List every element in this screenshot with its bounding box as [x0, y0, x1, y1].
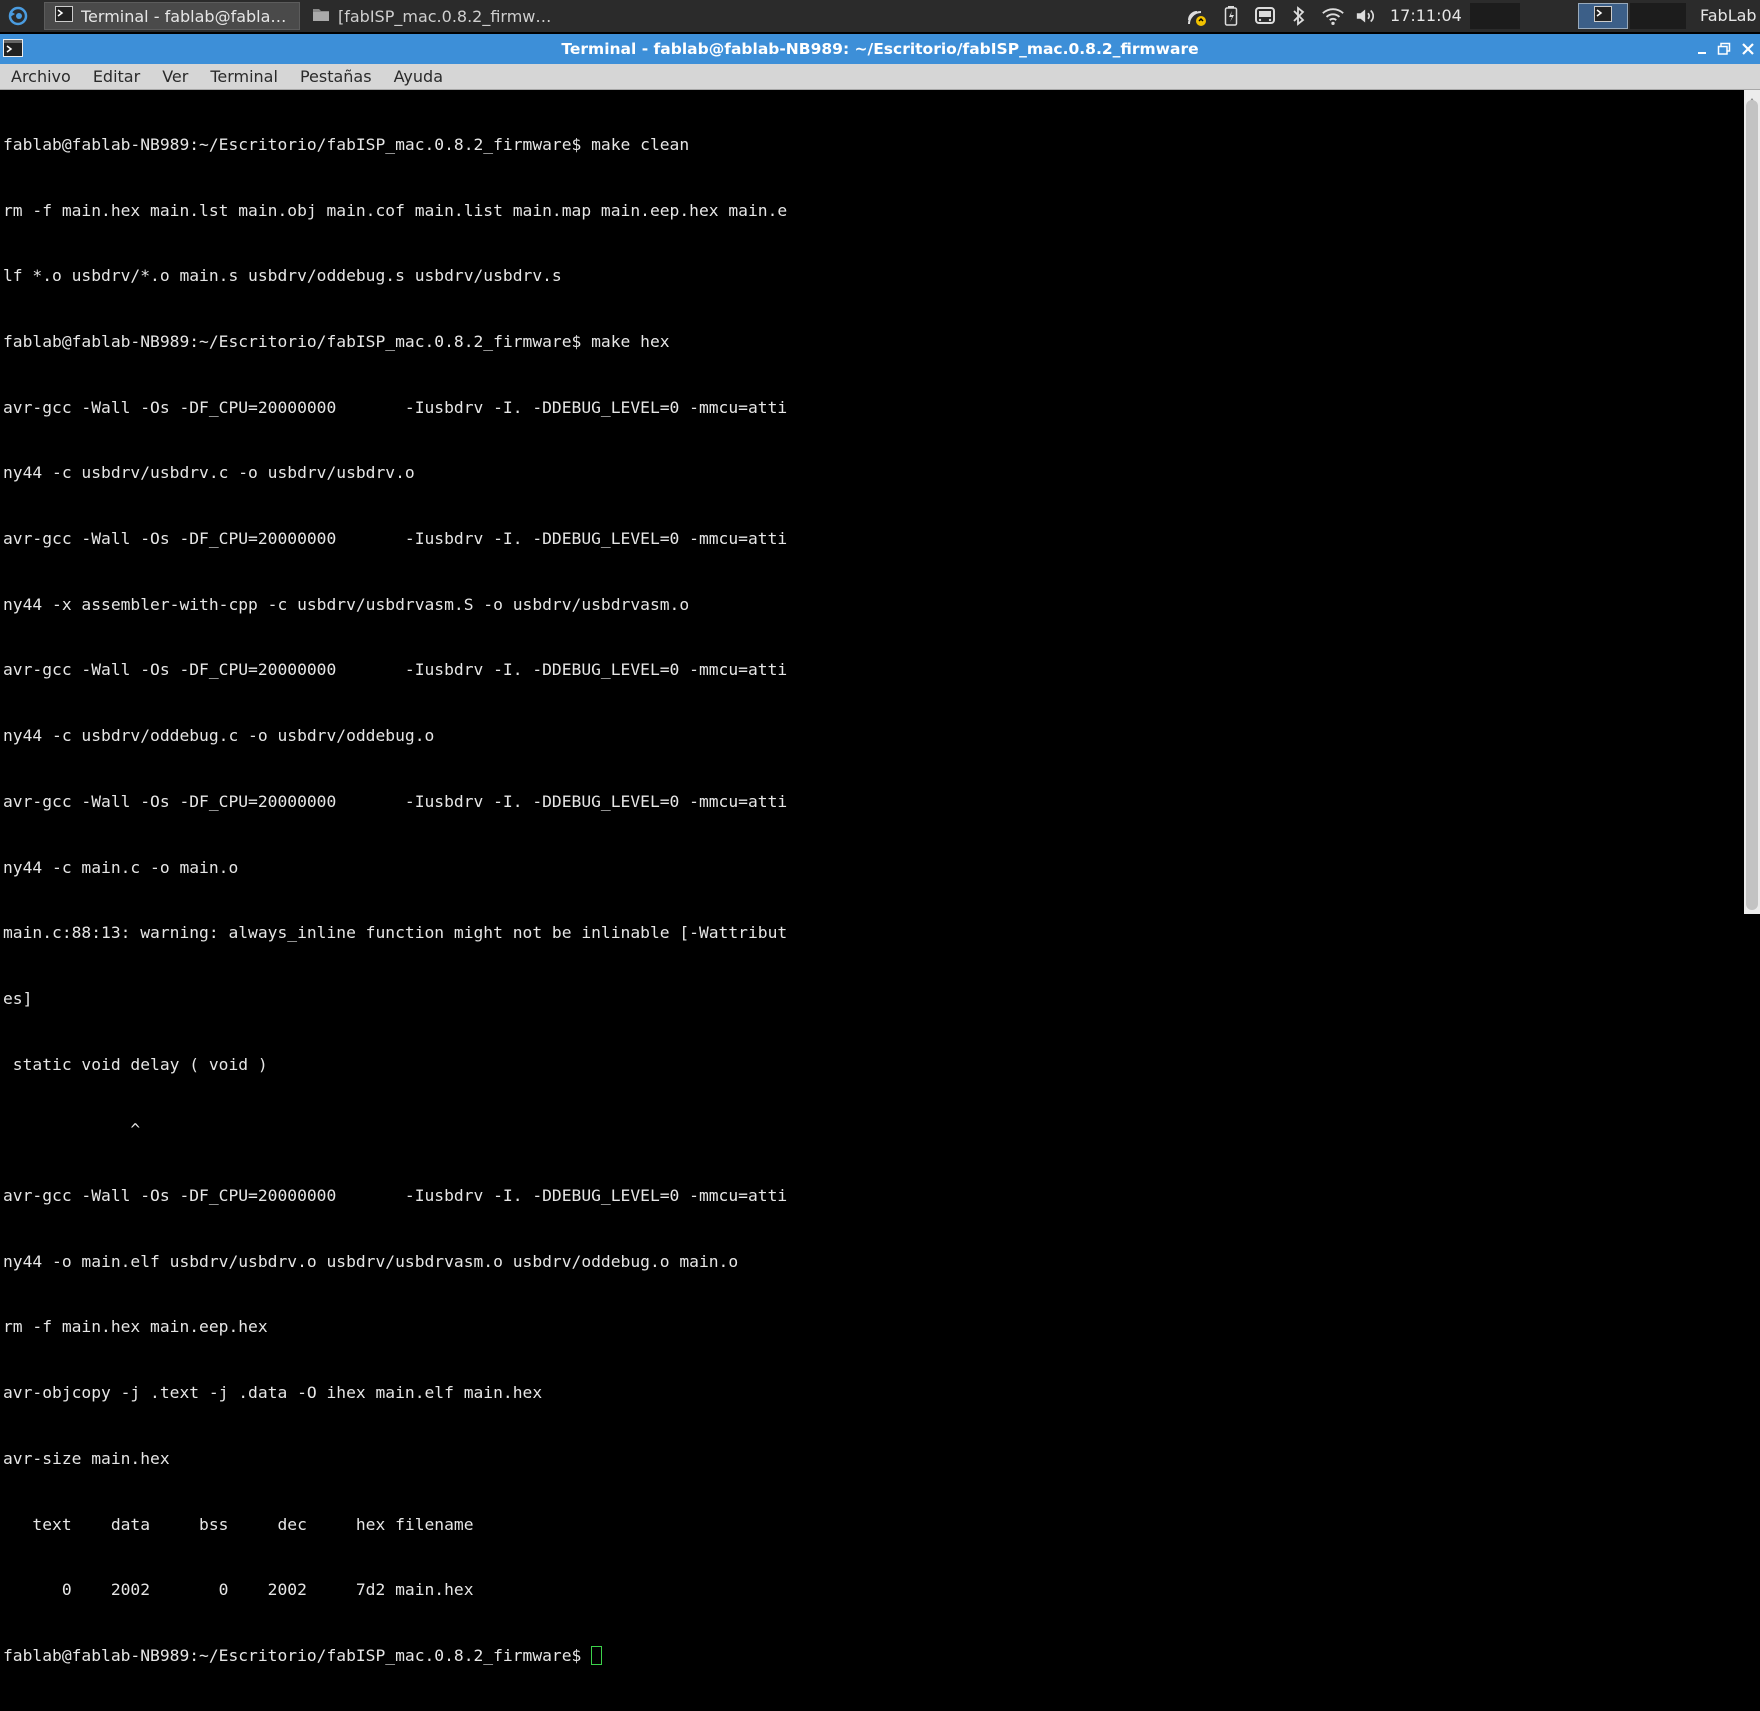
prompt-line: fablab@fablab-NB989:~/Escritorio/fabISP_… [3, 1645, 1744, 1667]
scroll-up-icon[interactable] [1748, 90, 1756, 104]
terminal-line: ny44 -c main.c -o main.o [3, 857, 239, 877]
workspace-1[interactable] [1470, 3, 1520, 29]
text-cursor [591, 1645, 603, 1665]
terminal-line: static void delay ( void ) [3, 1054, 268, 1074]
terminal-line: ^ [3, 1120, 141, 1140]
taskbar-item-terminal[interactable]: Terminal - fablab@fablab-... [44, 2, 300, 30]
terminal-icon [1594, 6, 1612, 26]
menu-ver[interactable]: Ver [151, 64, 199, 89]
terminal-line: es] [3, 988, 33, 1008]
terminal-line: avr-objcopy -j .text -j .data -O ihex ma… [3, 1383, 543, 1403]
user-menu[interactable]: FabLab [1700, 0, 1757, 32]
menu-bar: Archivo Editar Ver Terminal Pestañas Ayu… [0, 64, 1760, 90]
folder-icon [312, 6, 330, 26]
terminal-line: rm -f main.hex main.lst main.obj main.co… [3, 200, 788, 220]
network-sync-icon[interactable] [1185, 4, 1209, 28]
system-tray [1185, 0, 1379, 32]
terminal-line: ny44 -c usbdrv/oddebug.c -o usbdrv/oddeb… [3, 726, 435, 746]
terminal-line: fablab@fablab-NB989:~/Escritorio/fabISP_… [3, 331, 670, 351]
terminal-line: avr-gcc -Wall -Os -DF_CPU=20000000 -Iusb… [3, 1186, 788, 1206]
menu-editar[interactable]: Editar [82, 64, 151, 89]
volume-icon[interactable] [1355, 4, 1379, 28]
terminal-line: avr-gcc -Wall -Os -DF_CPU=20000000 -Iusb… [3, 660, 788, 680]
terminal-line: ny44 -c usbdrv/usbdrv.c -o usbdrv/usbdrv… [3, 463, 415, 483]
battery-icon[interactable] [1219, 4, 1243, 28]
terminal-line: ny44 -x assembler-with-cpp -c usbdrv/usb… [3, 594, 690, 614]
close-icon[interactable] [1738, 39, 1758, 59]
shell-prompt: fablab@fablab-NB989:~/Escritorio/fabISP_… [3, 1645, 582, 1665]
terminal-scrollbar[interactable] [1744, 90, 1760, 914]
terminal-icon [55, 6, 73, 26]
menu-ayuda[interactable]: Ayuda [383, 64, 454, 89]
window-titlebar[interactable]: Terminal - fablab@fablab-NB989: ~/Escrit… [0, 34, 1760, 64]
workspace-2[interactable] [1578, 3, 1628, 29]
terminal-line: ny44 -o main.elf usbdrv/usbdrv.o usbdrv/… [3, 1251, 739, 1271]
menu-archivo[interactable]: Archivo [0, 64, 82, 89]
taskbar-item-file-manager[interactable]: [fabISP_mac.0.8.2_firmwar... [302, 2, 570, 30]
terminal-output[interactable]: fablab@fablab-NB989:~/Escritorio/fabISP_… [0, 90, 1744, 1665]
maximize-icon[interactable] [1714, 39, 1734, 59]
terminal-line: rm -f main.hex main.eep.hex [3, 1317, 268, 1337]
terminal-line: avr-size main.hex [3, 1448, 170, 1468]
terminal-line: lf *.o usbdrv/*.o main.s usbdrv/oddebug.… [3, 266, 562, 286]
workspace-3[interactable] [1630, 3, 1686, 29]
terminal-line: avr-gcc -Wall -Os -DF_CPU=20000000 -Iusb… [3, 791, 788, 811]
top-panel: Terminal - fablab@fablab-... [fabISP_mac… [0, 0, 1760, 32]
taskbar-item-label: [fabISP_mac.0.8.2_firmwar... [338, 6, 560, 26]
terminal-line: avr-gcc -Wall -Os -DF_CPU=20000000 -Iusb… [3, 397, 788, 417]
terminal-line: text data bss dec hex filename [3, 1514, 474, 1534]
menu-terminal[interactable]: Terminal [199, 64, 289, 89]
usb-device-icon[interactable] [1253, 4, 1277, 28]
taskbar-item-label: Terminal - fablab@fablab-... [81, 6, 289, 26]
app-menu-icon[interactable] [6, 4, 30, 28]
terminal-line: avr-gcc -Wall -Os -DF_CPU=20000000 -Iusb… [3, 529, 788, 549]
terminal-line: 0 2002 0 2002 7d2 main.hex [3, 1580, 474, 1600]
bluetooth-icon[interactable] [1287, 4, 1311, 28]
clock[interactable]: 17:11:04 [1390, 0, 1462, 32]
terminal-line: fablab@fablab-NB989:~/Escritorio/fabISP_… [3, 134, 690, 154]
menu-pestanas[interactable]: Pestañas [289, 64, 383, 89]
window-title: Terminal - fablab@fablab-NB989: ~/Escrit… [561, 40, 1199, 58]
terminal-text: fablab@fablab-NB989:~/Escritorio/fabISP_… [0, 90, 1744, 1711]
scrollbar-thumb[interactable] [1746, 100, 1758, 910]
minimize-icon[interactable] [1692, 39, 1712, 59]
terminal-line: main.c:88:13: warning: always_inline fun… [3, 923, 788, 943]
wifi-icon[interactable] [1321, 4, 1345, 28]
